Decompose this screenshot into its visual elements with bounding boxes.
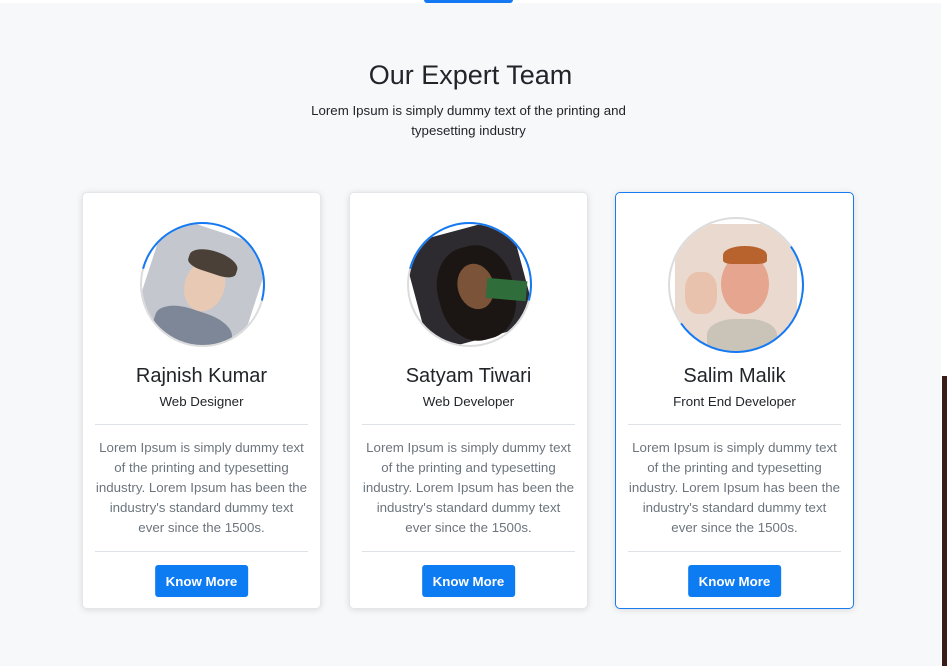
divider	[95, 424, 308, 425]
section-subtitle: Lorem Ipsum is simply dummy text of the …	[311, 103, 626, 138]
page-edge-artifact	[942, 376, 947, 666]
divider	[95, 551, 308, 552]
member-description: Lorem Ipsum is simply dummy text of the …	[362, 440, 575, 535]
member-role: Web Developer	[422, 394, 515, 409]
member-name: Salim Malik	[683, 365, 786, 387]
divider	[362, 424, 575, 425]
active-nav-indicator	[424, 0, 513, 3]
avatar-ring	[117, 199, 288, 370]
member-description: Lorem Ipsum is simply dummy text of the …	[95, 440, 308, 535]
team-card: Rajnish Kumar Web Designer Lorem Ipsum i…	[82, 192, 321, 609]
know-more-button[interactable]: Know More	[421, 565, 516, 597]
divider	[628, 424, 841, 425]
know-more-button[interactable]: Know More	[687, 565, 782, 597]
member-name: Satyam Tiwari	[405, 365, 532, 387]
member-role: Web Designer	[159, 394, 244, 409]
divider	[628, 551, 841, 552]
team-card: Satyam Tiwari Web Developer Lorem Ipsum …	[349, 192, 588, 609]
team-card-active: Salim Malik Front End Developer Lorem Ip…	[615, 192, 854, 609]
divider	[362, 551, 575, 552]
member-name: Rajnish Kumar	[135, 365, 268, 387]
know-more-button[interactable]: Know More	[154, 565, 249, 597]
member-role: Front End Developer	[673, 394, 796, 409]
section-title: Our Expert Team	[368, 60, 573, 90]
member-description: Lorem Ipsum is simply dummy text of the …	[628, 440, 841, 535]
avatar-ring	[384, 199, 555, 370]
